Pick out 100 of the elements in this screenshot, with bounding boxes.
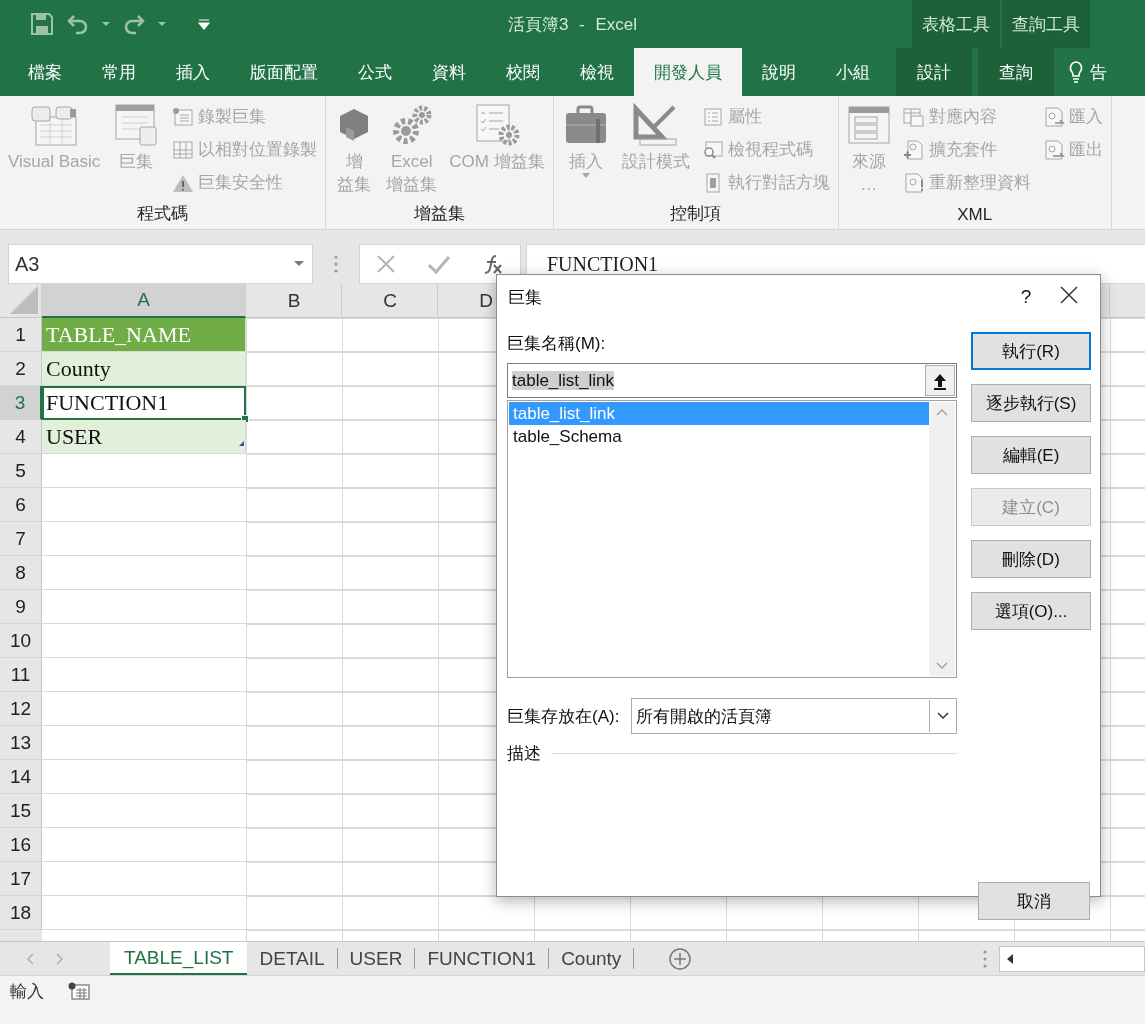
ribbon-tab[interactable]: 告 <box>1054 48 1107 96</box>
row-header[interactable]: 9 <box>0 590 42 624</box>
ribbon-tab[interactable]: 插入 <box>156 48 230 96</box>
group-label: 增益集 <box>413 203 466 225</box>
location-dropdown[interactable]: 所有開啟的活頁簿 <box>631 698 957 734</box>
field-label: 巨集存放在(A): <box>507 705 620 728</box>
ribbon-tab[interactable]: 公式 <box>338 48 412 96</box>
close-icon <box>1060 285 1078 304</box>
customize-icon <box>198 18 210 30</box>
table-cell[interactable]: USER <box>42 420 246 454</box>
chevron-down-icon <box>937 712 949 720</box>
sheet-tab[interactable]: County <box>549 948 635 969</box>
row-header[interactable]: 12 <box>0 692 42 726</box>
undo-icon <box>66 12 90 36</box>
row-header[interactable]: 18 <box>0 896 42 930</box>
set-square-icon <box>631 103 680 147</box>
dialog-button[interactable]: 選項(O)... <box>971 592 1091 630</box>
list-icon <box>172 106 195 127</box>
check-icon <box>427 254 451 274</box>
document-icon <box>902 172 925 193</box>
function-icon <box>482 253 505 275</box>
row-header[interactable]: 8 <box>0 556 42 590</box>
help-button[interactable]: ? <box>1006 286 1046 308</box>
ribbon-tab[interactable]: 檢視 <box>560 48 634 96</box>
name-box[interactable]: A3 <box>8 244 313 284</box>
cancel-icon <box>375 254 396 274</box>
ribbon-tab[interactable]: 檔案 <box>8 48 82 96</box>
table-cell[interactable]: County <box>42 352 246 386</box>
document-arrow-icon <box>1042 139 1065 160</box>
magnifier-icon <box>701 139 724 160</box>
collapse-button[interactable] <box>925 365 955 396</box>
row-header[interactable]: 6 <box>0 488 42 522</box>
redo-icon <box>122 12 146 36</box>
ribbon-tab[interactable]: 小組 <box>816 48 890 96</box>
table-icon <box>846 103 891 147</box>
caret-icon <box>102 20 110 28</box>
dialog-button[interactable]: 執行(R) <box>971 332 1091 370</box>
dialog-button[interactable]: 取消 <box>978 882 1090 920</box>
macro-name-field[interactable]: table_list_link <box>507 363 957 398</box>
list-icon <box>701 106 724 127</box>
horizontal-scrollbar[interactable] <box>999 945 1145 972</box>
column-header[interactable]: C <box>342 284 438 318</box>
group-label: 程式碼 <box>136 203 190 225</box>
row-header[interactable]: 15 <box>0 794 42 828</box>
document-arrow-icon <box>1042 106 1065 127</box>
context-tab-label: 查詢工具 <box>1002 0 1090 48</box>
row-header[interactable]: 16 <box>0 828 42 862</box>
scrollbar[interactable] <box>929 402 955 676</box>
sheet-tab[interactable]: FUNCTION1 <box>415 948 550 969</box>
dialog-title: 巨集 <box>508 286 543 309</box>
caret-icon <box>158 20 166 28</box>
scroll-up-icon <box>936 408 948 416</box>
row-header[interactable]: 13 <box>0 726 42 760</box>
grid-icon <box>172 139 195 160</box>
context-tab-label: 表格工具 <box>912 0 1000 48</box>
splitter-icon <box>334 255 338 273</box>
row-header[interactable]: 17 <box>0 862 42 896</box>
ribbon-tab[interactable]: 資料 <box>412 48 486 96</box>
sheet-tab[interactable]: DETAIL <box>247 948 338 969</box>
ribbon-tab[interactable]: 查詢 <box>978 48 1054 96</box>
sheet-tab[interactable]: TABLE_LIST <box>110 942 248 975</box>
save-icon <box>30 12 54 36</box>
caret-icon <box>294 261 304 267</box>
table-cell[interactable]: FUNCTION1 <box>42 386 246 420</box>
previous-icon <box>26 952 34 965</box>
field-label: 描述 <box>507 742 541 765</box>
lightbulb-icon <box>1068 60 1084 84</box>
row-header[interactable]: 7 <box>0 522 42 556</box>
window-title: 活頁簿3 - Excel <box>507 13 638 36</box>
column-header[interactable]: A <box>42 284 246 318</box>
ribbon-tab[interactable]: 版面配置 <box>230 48 338 96</box>
next-icon <box>56 952 64 965</box>
dialog-button[interactable]: 編輯(E) <box>971 436 1091 474</box>
sheet-tab[interactable]: USER <box>337 948 416 969</box>
caret-icon <box>581 173 590 179</box>
macro-list[interactable]: table_list_link table_Schema <box>507 400 957 678</box>
row-header[interactable]: 3 <box>0 386 42 420</box>
ribbon-tab[interactable]: 開發人員 <box>634 48 742 96</box>
list-item[interactable]: table_Schema <box>509 425 929 448</box>
status-text: 輸入 <box>10 980 44 1003</box>
ribbon-tab[interactable]: 校閱 <box>486 48 560 96</box>
resize-handle-icon <box>239 441 244 446</box>
scroll-down-icon <box>936 662 948 670</box>
group-label: 控制項 <box>669 203 723 225</box>
row-header[interactable]: 5 <box>0 454 42 488</box>
ribbon-tab[interactable]: 常用 <box>82 48 156 96</box>
dialog-button[interactable]: 逐步執行(S) <box>971 384 1091 422</box>
field-label: 巨集名稱(M): <box>507 332 607 355</box>
group-label: XML <box>956 205 994 226</box>
ribbon-tab[interactable]: 說明 <box>742 48 816 96</box>
row-header[interactable]: 10 <box>0 624 42 658</box>
row-header[interactable]: 14 <box>0 760 42 794</box>
select-all-icon <box>10 286 38 314</box>
row-header[interactable]: 11 <box>0 658 42 692</box>
dialog-button[interactable]: 刪除(D) <box>971 540 1091 578</box>
checklist-gear-icon <box>473 103 521 147</box>
plus-circle-icon <box>668 946 693 971</box>
ribbon-tab[interactable]: 設計 <box>896 48 972 96</box>
column-header[interactable]: B <box>246 284 342 318</box>
table-icon <box>902 106 925 127</box>
